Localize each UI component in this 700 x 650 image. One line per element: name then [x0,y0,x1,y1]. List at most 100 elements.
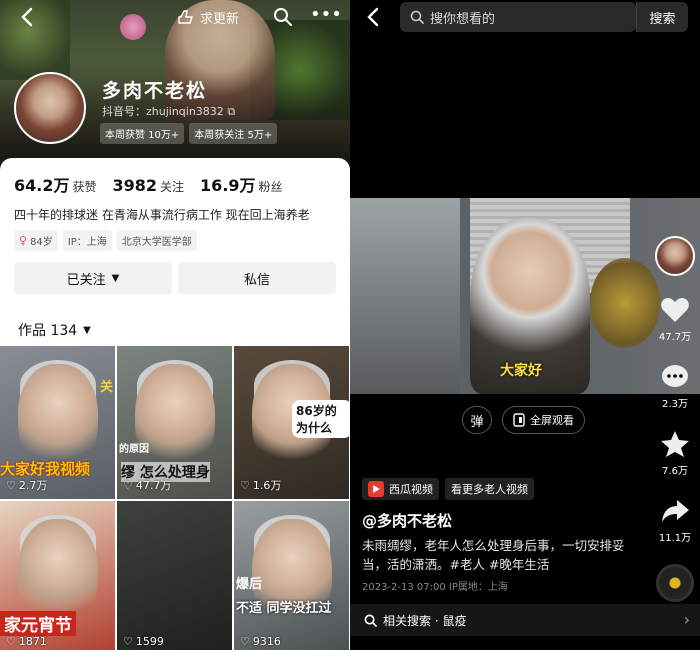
douyin-id-text: 抖音号：zhujinqin3832 [102,105,224,118]
tag-school[interactable]: 北京大学医学部 [116,230,197,251]
weekly-badges: 本周获赞 10万+ 本周获关注 5万+ [100,123,278,144]
profile-panel: 求更新 ••• 多肉不老松 抖音号：zhujinqin3832 ⧉ 本周获赞 1… [0,0,350,650]
tile-caption: 家元宵节 [0,611,76,636]
caret-down-icon: ▼ [111,272,120,284]
video-tile[interactable]: 的原因 缪 怎么处理身 ♡ 47.7万 [117,346,232,499]
works-tab[interactable]: 作品 134 ▼ [18,320,91,340]
search-input[interactable]: 搜你想看的 [400,2,636,32]
heart-outline-icon: ♡ [123,478,133,492]
favorite-count: 7.6万 [662,466,688,477]
tile-likes: ♡ 47.7万 [123,477,171,493]
stat-likes[interactable]: 64.2万 获赞 [14,172,97,196]
author-name[interactable]: @多肉不老松 [362,510,452,531]
tile-side-caption: 的原因 [119,444,149,455]
video-tile[interactable]: 爆后 不适 同学没扛过 ♡ 9316 [234,501,349,650]
search-icon [410,10,424,24]
tile-likes: ♡ 1871 [6,635,47,648]
author-avatar[interactable] [655,236,695,276]
video-subtitle: 大家好 [500,363,542,379]
share-count: 11.1万 [658,533,692,544]
stat-fans[interactable]: 16.9万 粉丝 [200,172,283,196]
tile-likes-count: 9316 [252,635,281,648]
video-tile[interactable]: 86岁的 为什么 ♡ 1.6万 [234,346,349,499]
stat-number: 3982 [112,176,158,195]
heart-outline-icon: ♡ [240,635,250,648]
music-disc-icon[interactable] [656,564,694,602]
request-update-button[interactable]: 求更新 [176,6,239,28]
more-videos-link[interactable]: 看更多老人视频 [445,478,534,500]
video-tile[interactable]: 家元宵节 ♡ 1871 [0,501,115,650]
source-app-label: 西瓜视频 [389,483,433,496]
search-icon[interactable] [272,6,294,28]
fullscreen-icon [513,413,525,427]
message-button[interactable]: 私信 [178,262,336,294]
video-meta: 2023-2-13 07:00 IP属地：上海 [362,582,508,593]
like-count: 47.7万 [658,332,692,343]
tile-likes: ♡ 9316 [240,635,281,648]
tag-age: ♀ 84岁 [14,230,58,251]
badge-weekly-followers: 本周获关注 5万+ [189,123,278,144]
profile-topbar: 求更新 ••• [0,0,350,34]
chevron-right-icon: › [683,610,690,629]
related-search-bar[interactable]: 相关搜索 · 鼠疫 › [350,604,700,636]
fullscreen-button[interactable]: 全屏观看 [502,406,585,434]
source-app-tag[interactable]: 西瓜视频 [362,478,439,500]
following-label: 已关注 [66,272,106,288]
following-button[interactable]: 已关注 ▼ [14,262,172,294]
video-scene [350,198,460,394]
copy-icon[interactable]: ⧉ [227,105,235,118]
stat-number: 16.9万 [200,176,256,195]
heart-outline-icon: ♡ [6,635,16,648]
profile-stats: 64.2万 获赞 3982 关注 16.9万 粉丝 [14,172,283,196]
profile-bio: 四十年的排球迷 在青海从事流行病工作 现在回上海养老 [14,208,310,222]
stat-label: 粉丝 [258,180,283,194]
tile-likes-count: 2.7万 [18,479,48,492]
douyin-id[interactable]: 抖音号：zhujinqin3832 ⧉ [102,103,235,119]
tile-likes: ♡ 1599 [123,635,164,648]
works-label: 作品 134 [18,323,78,339]
heart-outline-icon: ♡ [240,478,250,492]
share-icon [661,500,689,522]
stat-label: 获赞 [72,180,97,194]
badge-weekly-likes: 本周获赞 10万+ [100,123,185,144]
stat-label: 关注 [160,180,185,194]
caret-down-icon: ▼ [83,324,91,336]
hand-icon [178,10,193,24]
video-controls: 弹 全屏观看 [462,406,585,434]
video-tile[interactable]: 关 大家好我视频 ♡ 2.7万 [0,346,115,499]
tile-likes: ♡ 1.6万 [240,477,281,493]
search-button[interactable]: 搜索 [636,2,688,32]
action-sidebar: 47.7万 2.3万 7.6万 11.1万 [650,236,700,602]
avatar[interactable] [14,72,86,144]
related-search-label: 相关搜索 · 鼠疫 [383,613,467,628]
tile-caption: 大家好我视频 [0,460,91,478]
profile-name: 多肉不老松 [102,80,208,102]
back-icon[interactable] [18,6,38,28]
video-player[interactable]: 大家好 [350,198,700,394]
favorite-button[interactable]: 7.6万 [660,430,690,477]
comment-button[interactable]: 2.3万 [660,363,690,410]
star-icon [661,431,689,457]
tile-side-caption: 爆后 [236,577,263,592]
female-icon: ♀ [19,234,28,247]
works-grid: 关 大家好我视频 ♡ 2.7万 的原因 缪 怎么处理身 ♡ 47.7万 86岁的 为… [0,346,350,650]
xigua-logo-icon [368,481,384,497]
stat-following[interactable]: 3982 关注 [113,176,185,195]
tile-side-caption: 关 [99,380,113,395]
back-icon[interactable] [364,6,384,28]
comment-count: 2.3万 [662,399,688,410]
video-tile[interactable]: ♡ 1599 [117,501,232,650]
stat-number: 64.2万 [14,176,70,195]
more-options-icon[interactable]: ••• [310,6,342,28]
heart-outline-icon: ♡ [123,635,133,648]
tag-age-text: 84岁 [30,237,53,248]
like-button[interactable]: 47.7万 [659,296,691,343]
share-button[interactable]: 11.1万 [659,497,691,544]
profile-actions: 已关注 ▼ 私信 [14,262,336,294]
request-update-label: 求更新 [200,11,240,27]
thumbnail-figure [135,364,215,474]
danmu-toggle-button[interactable]: 弹 [462,406,492,434]
tile-likes-count: 47.7万 [135,479,172,492]
tile-likes: ♡ 2.7万 [6,477,47,493]
heart-icon [661,298,689,322]
